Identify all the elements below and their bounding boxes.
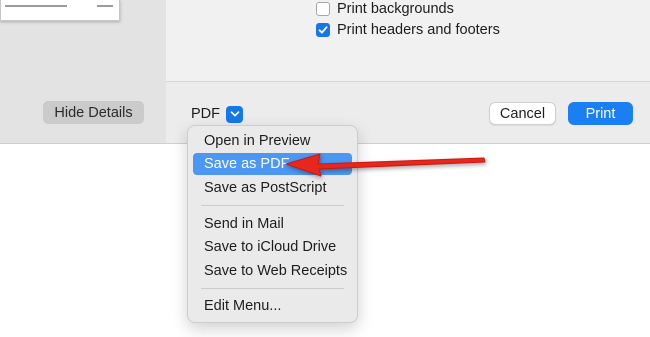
menu-item-save-to-web-receipts[interactable]: Save to Web Receipts	[193, 260, 352, 282]
option-print-backgrounds[interactable]: Print backgrounds	[316, 1, 454, 17]
menu-item-save-as-postscript[interactable]: Save as PostScript	[193, 177, 352, 199]
print-backgrounds-label: Print backgrounds	[337, 1, 454, 17]
print-headers-footers-label: Print headers and footers	[337, 22, 500, 38]
menu-divider	[201, 205, 344, 206]
cancel-button[interactable]: Cancel	[489, 102, 556, 125]
menu-item-send-in-mail[interactable]: Send in Mail	[193, 213, 352, 235]
print-button[interactable]: Print	[568, 102, 633, 125]
thumbnail-header-text	[5, 5, 67, 7]
pdf-menu-button[interactable]: PDF	[186, 103, 248, 125]
print-dialog: Print backgrounds Print headers and foot…	[0, 0, 650, 144]
menu-divider	[201, 288, 344, 289]
menu-item-save-to-icloud-drive[interactable]: Save to iCloud Drive	[193, 236, 352, 258]
menu-item-save-as-pdf[interactable]: Save as PDF	[193, 153, 352, 175]
menu-item-open-in-preview[interactable]: Open in Preview	[193, 130, 352, 152]
pdf-dropdown-menu: Open in Preview Save as PDF Save as Post…	[187, 125, 358, 323]
pdf-button-label: PDF	[191, 106, 220, 122]
option-print-headers-footers[interactable]: Print headers and footers	[316, 22, 500, 38]
menu-item-edit-menu[interactable]: Edit Menu...	[193, 295, 352, 317]
checkmark-icon	[318, 26, 328, 34]
page-preview-thumbnail[interactable]	[0, 0, 120, 21]
print-headers-footers-checkbox[interactable]	[316, 23, 330, 37]
chevron-down-icon[interactable]	[226, 105, 243, 123]
print-options-panel: Print backgrounds Print headers and foot…	[166, 0, 650, 82]
print-backgrounds-checkbox[interactable]	[316, 2, 330, 16]
thumbnail-page-number	[97, 5, 113, 7]
hide-details-button[interactable]: Hide Details	[43, 101, 144, 124]
